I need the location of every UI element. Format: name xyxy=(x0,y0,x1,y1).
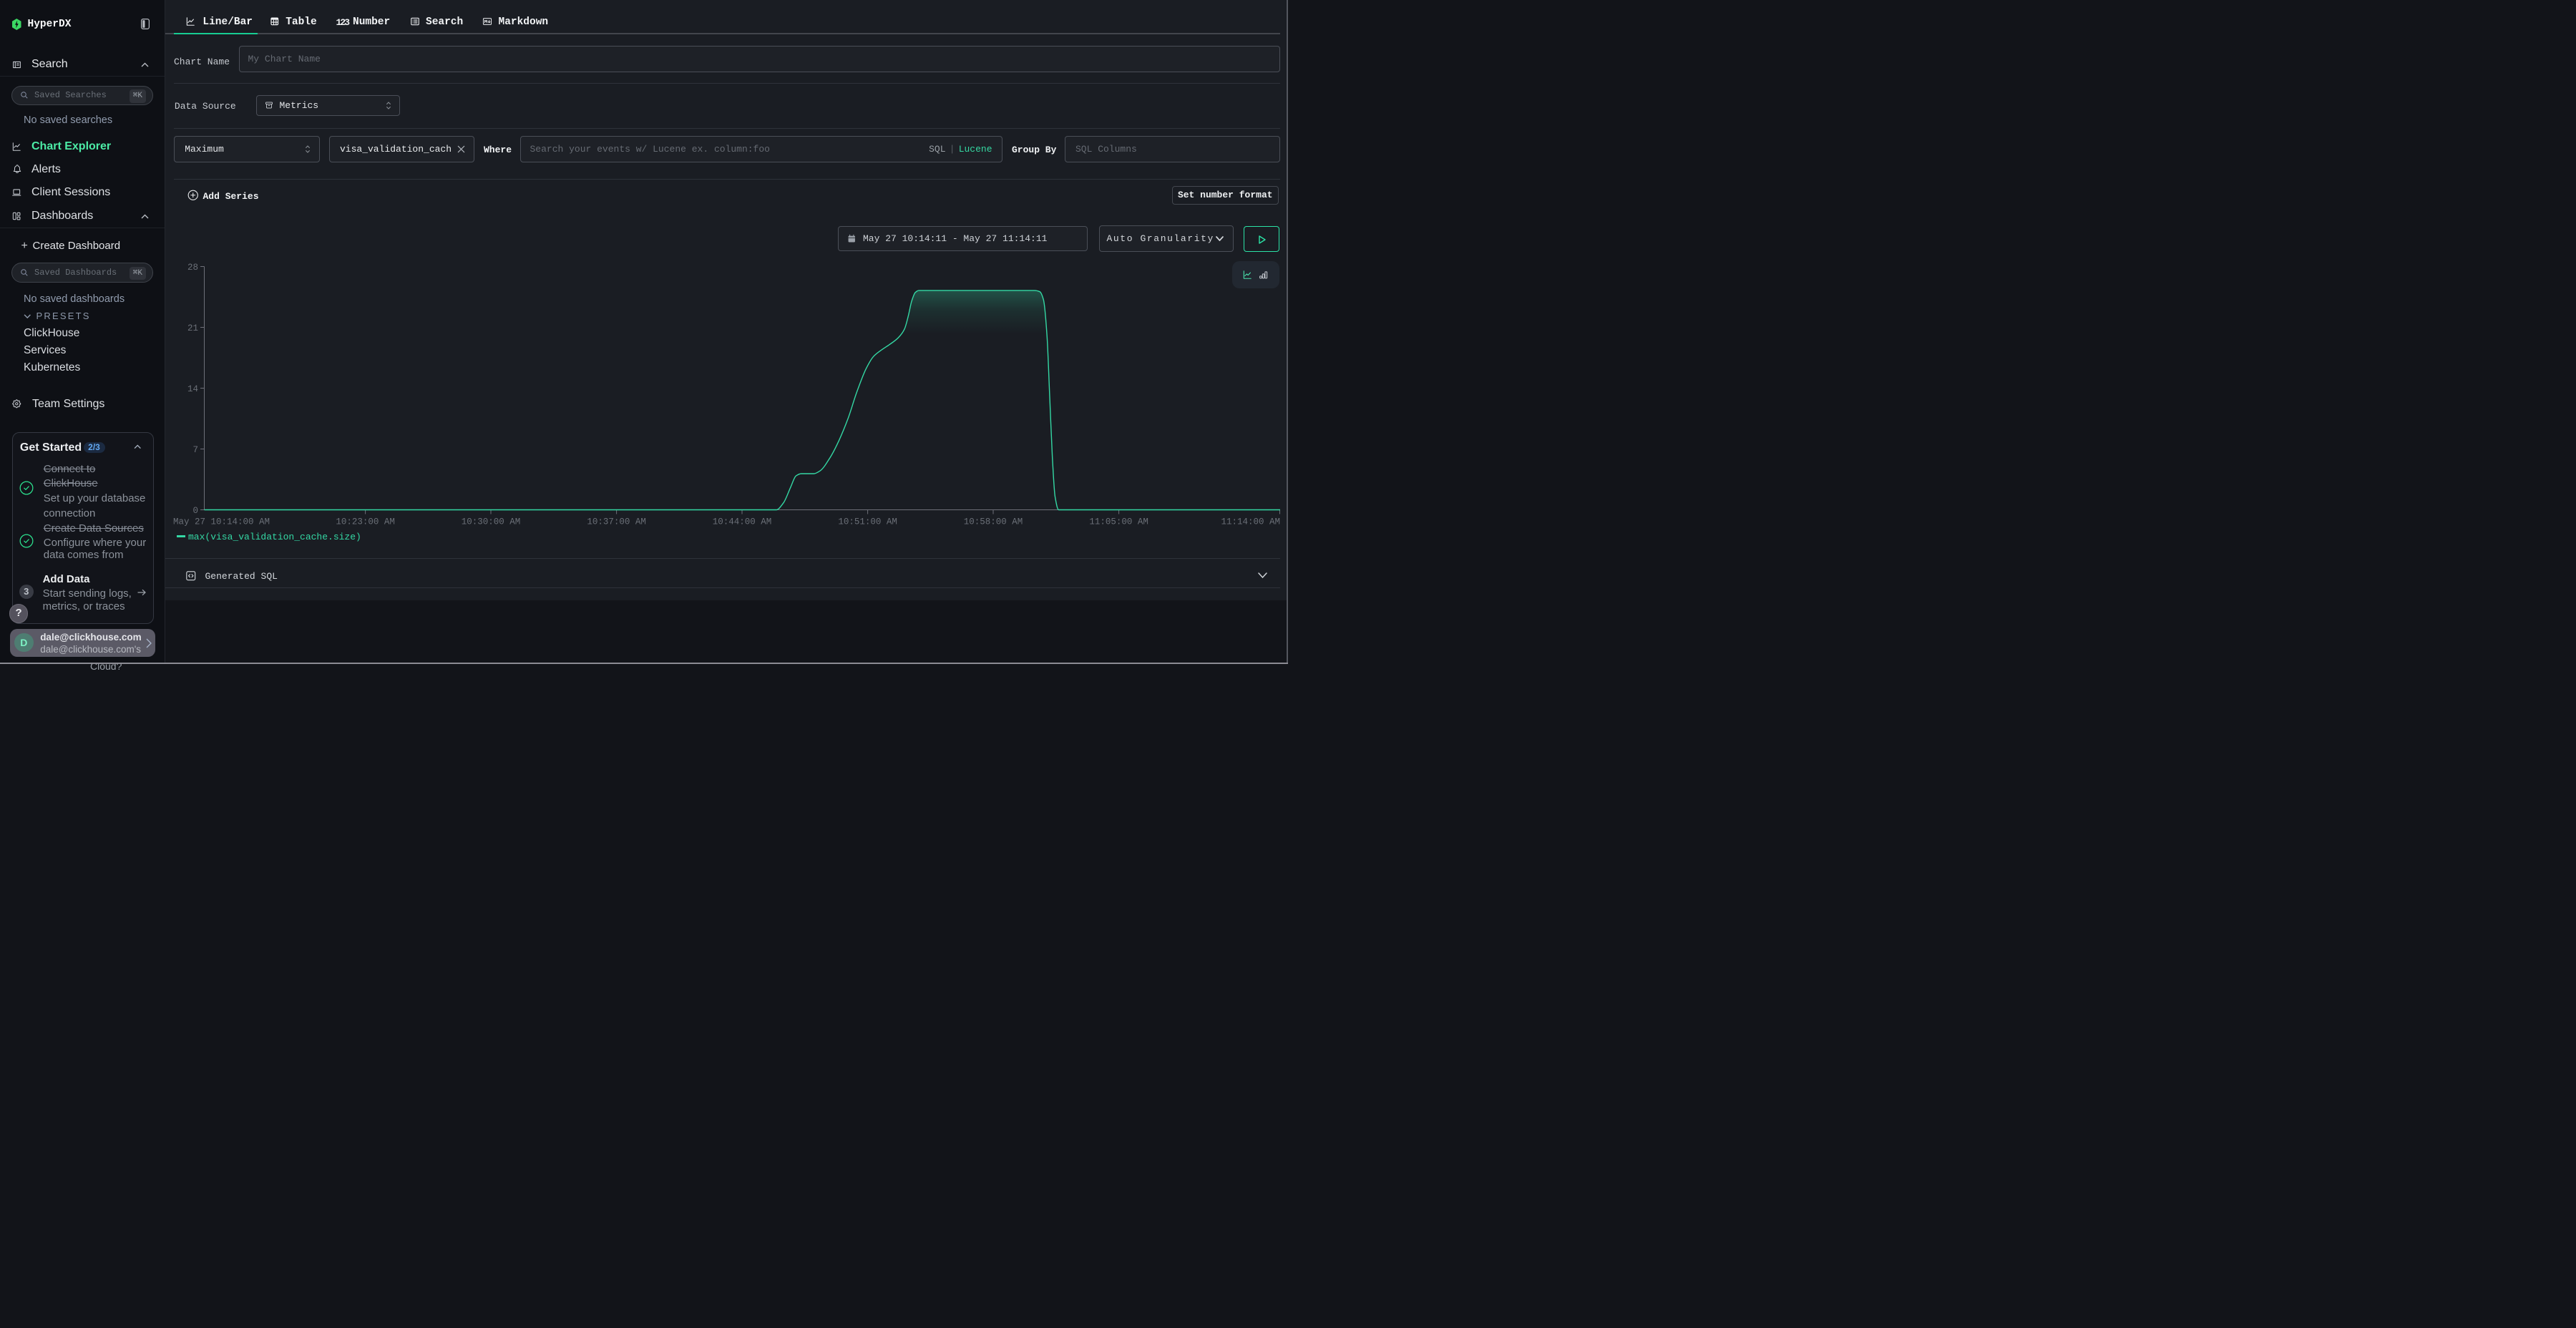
svg-text:21: 21 xyxy=(187,323,198,333)
svg-text:7: 7 xyxy=(192,445,198,455)
svg-text:10:23:00 AM: 10:23:00 AM xyxy=(336,517,395,527)
svg-text:11:14:00 AM: 11:14:00 AM xyxy=(1221,517,1280,527)
svg-text:11:05:00 AM: 11:05:00 AM xyxy=(1089,517,1148,527)
svg-text:14: 14 xyxy=(187,384,198,394)
svg-text:May 27 10:14:00 AM: May 27 10:14:00 AM xyxy=(173,517,270,527)
svg-text:28: 28 xyxy=(187,263,198,273)
svg-text:10:58:00 AM: 10:58:00 AM xyxy=(964,517,1023,527)
svg-text:10:37:00 AM: 10:37:00 AM xyxy=(587,517,646,527)
svg-text:10:44:00 AM: 10:44:00 AM xyxy=(713,517,772,527)
svg-text:10:51:00 AM: 10:51:00 AM xyxy=(838,517,897,527)
svg-text:0: 0 xyxy=(192,506,198,516)
svg-text:10:30:00 AM: 10:30:00 AM xyxy=(462,517,521,527)
